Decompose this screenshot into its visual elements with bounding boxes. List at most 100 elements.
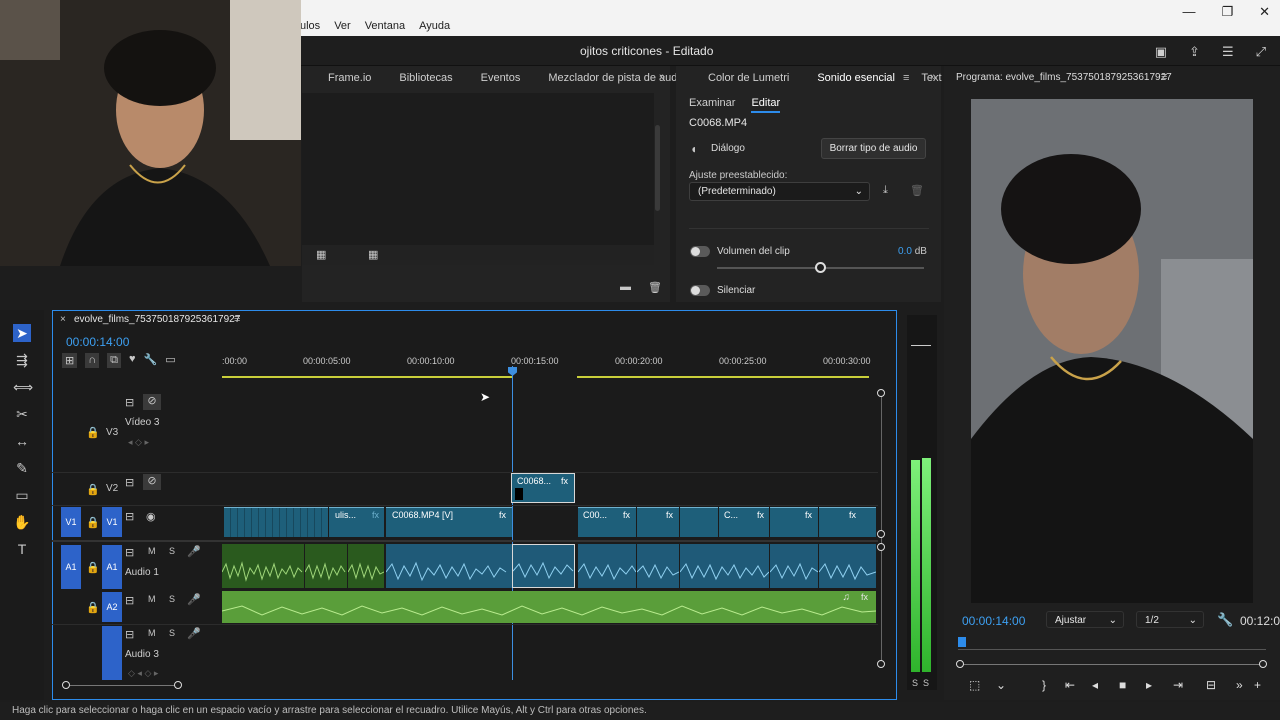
project-scrollbar[interactable] bbox=[655, 125, 660, 211]
clip-a1[interactable] bbox=[348, 544, 384, 588]
timeline-timecode[interactable]: 00:00:14:00 bbox=[66, 335, 129, 349]
meter-solo-right[interactable]: S bbox=[923, 678, 929, 688]
timeline-settings-icon[interactable]: 🔧 bbox=[144, 353, 158, 368]
scroll-handle[interactable] bbox=[877, 530, 885, 538]
scroll-handle[interactable] bbox=[877, 389, 885, 397]
clip-a2-music[interactable]: ♫ fx bbox=[222, 591, 876, 623]
lock-icon[interactable]: 🔒 bbox=[86, 483, 100, 496]
resolution-select[interactable]: 1/2 ⌄ bbox=[1136, 611, 1204, 628]
menu-item-titulos[interactable]: ulos bbox=[300, 20, 320, 32]
microphone-icon[interactable]: 🎤 bbox=[187, 593, 201, 606]
preset-select[interactable]: (Predeterminado) ⌄ bbox=[689, 182, 870, 201]
lock-icon[interactable]: 🔒 bbox=[86, 561, 100, 574]
zoom-handle-right[interactable] bbox=[1259, 660, 1267, 668]
captions-icon[interactable]: ▭ bbox=[165, 353, 175, 368]
work-area-bar[interactable] bbox=[222, 376, 512, 378]
mute-track-button[interactable]: M bbox=[148, 594, 156, 604]
meter-solo-left[interactable]: S bbox=[912, 678, 918, 688]
hscroll-handle-right[interactable] bbox=[174, 681, 182, 689]
keyframe-nav[interactable]: ◇ ◂ ◇ ▸ bbox=[128, 668, 158, 679]
clip-a1[interactable] bbox=[578, 544, 636, 588]
track-id-v3[interactable]: V3 bbox=[106, 427, 118, 438]
sync-lock-icon[interactable]: ⊟ bbox=[125, 546, 134, 559]
tabs-overflow-icon-2[interactable]: » bbox=[930, 71, 936, 83]
more-controls-icon[interactable]: » bbox=[1236, 678, 1254, 692]
add-button-icon[interactable]: + bbox=[1254, 678, 1261, 692]
clip-volume-toggle[interactable] bbox=[690, 246, 710, 257]
tab-sonido-esencial[interactable]: Sonido esencial bbox=[817, 72, 895, 84]
work-area-bar-2[interactable] bbox=[577, 376, 869, 378]
hand-tool-icon[interactable]: ✋ bbox=[13, 513, 31, 531]
track-id-v1[interactable]: V1 bbox=[102, 507, 122, 537]
clip-a1[interactable] bbox=[305, 544, 347, 588]
track-select-tool-icon[interactable]: ⇶ bbox=[13, 351, 31, 369]
horizontal-scrollbar[interactable] bbox=[66, 685, 178, 686]
solo-track-button[interactable]: S bbox=[169, 628, 175, 638]
clip-a1-c0068[interactable] bbox=[386, 544, 512, 588]
program-video-frame[interactable] bbox=[971, 99, 1253, 603]
slip-tool-icon[interactable]: ↔ bbox=[13, 432, 31, 450]
subtab-examinar[interactable]: Examinar bbox=[689, 97, 735, 113]
add-marker-icon[interactable]: ♥ bbox=[129, 353, 136, 368]
clear-audio-type-button[interactable]: Borrar tipo de audio bbox=[821, 138, 926, 159]
mark-out-icon[interactable]: } bbox=[1023, 678, 1065, 692]
go-to-in-icon[interactable]: ⇤ bbox=[1065, 678, 1092, 692]
selection-tool-icon[interactable]: ➤ bbox=[13, 324, 31, 342]
rectangle-tool-icon[interactable]: ▭ bbox=[13, 486, 31, 504]
clip-a1[interactable] bbox=[222, 544, 304, 588]
clip-v2[interactable]: C0068... fx bbox=[511, 473, 575, 503]
eye-off-icon[interactable]: ⊘ bbox=[143, 394, 161, 410]
step-back-icon[interactable]: ◂ bbox=[1092, 678, 1119, 692]
clip-v1-group[interactable] bbox=[224, 507, 328, 537]
sync-lock-icon[interactable]: ⊟ bbox=[125, 396, 134, 409]
folder-icon[interactable]: ▬ bbox=[620, 281, 631, 293]
scroll-handle[interactable] bbox=[877, 660, 885, 668]
track-id-a2[interactable]: A2 bbox=[102, 592, 122, 622]
track-id-v2[interactable]: V2 bbox=[106, 483, 118, 494]
go-to-out-icon[interactable]: ⇥ bbox=[1173, 678, 1206, 692]
share-icon[interactable]: ⇪ bbox=[1189, 44, 1200, 60]
safe-margins-icon[interactable]: ⬚ bbox=[969, 678, 996, 692]
source-patch-v1[interactable]: V1 bbox=[61, 507, 81, 537]
save-preset-icon[interactable]: ⤓ bbox=[883, 184, 888, 197]
sync-lock-icon[interactable]: ⊟ bbox=[125, 510, 134, 523]
nest-icon[interactable]: ⊞ bbox=[62, 353, 78, 368]
track-target-a3[interactable] bbox=[102, 626, 122, 680]
project-list-area[interactable] bbox=[302, 93, 654, 263]
clip-a1[interactable] bbox=[680, 544, 769, 588]
solo-track-button[interactable]: S bbox=[169, 546, 175, 556]
clip-v1[interactable]: C... fx bbox=[719, 507, 769, 537]
snap-icon[interactable]: ∩ bbox=[85, 353, 100, 368]
tab-frameio[interactable]: Frame.io bbox=[328, 72, 371, 84]
source-patch-a1[interactable]: A1 bbox=[61, 545, 81, 589]
sync-lock-icon[interactable]: ⊟ bbox=[125, 476, 134, 489]
fullscreen-icon[interactable]: ⤢ bbox=[1256, 44, 1266, 60]
export-frame-icon[interactable]: ⊟ bbox=[1206, 678, 1236, 692]
timeline-playhead[interactable] bbox=[512, 366, 513, 680]
sequence-tab[interactable]: evolve_films_7537501879253617927 bbox=[74, 314, 240, 325]
workspaces-icon[interactable]: ☰ bbox=[1222, 44, 1234, 60]
close-sequence-icon[interactable]: × bbox=[60, 314, 66, 325]
close-window-button[interactable]: ✕ bbox=[1259, 4, 1270, 20]
lock-icon[interactable]: 🔒 bbox=[86, 601, 100, 614]
clip-a1[interactable] bbox=[770, 544, 818, 588]
chevron-down-icon[interactable]: ⌄ bbox=[996, 678, 1023, 692]
clip-v1[interactable]: fx bbox=[819, 507, 876, 537]
tabs-overflow-icon[interactable]: » bbox=[659, 71, 665, 83]
program-ruler[interactable] bbox=[958, 640, 1266, 650]
scroll-handle[interactable] bbox=[877, 543, 885, 551]
track-id-a1[interactable]: A1 bbox=[102, 545, 122, 589]
program-zoom-bar[interactable] bbox=[960, 664, 1265, 665]
tab-lumetri[interactable]: Color de Lumetri bbox=[708, 72, 789, 84]
stop-icon[interactable]: ■ bbox=[1119, 678, 1146, 692]
menu-item-ventana[interactable]: Ventana bbox=[365, 20, 405, 32]
mute-track-button[interactable]: M bbox=[148, 546, 156, 556]
eye-icon[interactable]: ◉ bbox=[146, 510, 156, 523]
hscroll-handle-left[interactable] bbox=[62, 681, 70, 689]
program-timecode[interactable]: 00:00:14:00 bbox=[962, 614, 1025, 628]
pen-tool-icon[interactable]: ✎ bbox=[13, 459, 31, 477]
keyframe-nav[interactable]: ◂ ◇ ▸ bbox=[128, 437, 149, 448]
ripple-edit-tool-icon[interactable]: ⟺ bbox=[13, 378, 33, 396]
step-forward-icon[interactable]: ▸ bbox=[1146, 678, 1173, 692]
clip-a1[interactable] bbox=[637, 544, 679, 588]
